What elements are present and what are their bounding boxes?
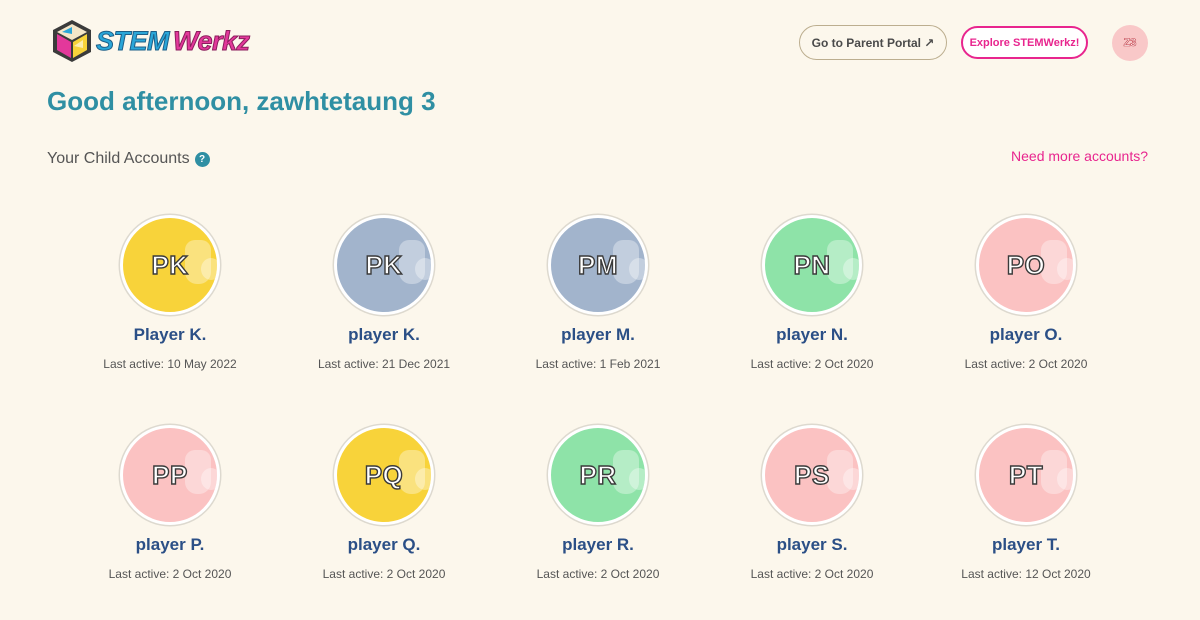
child-account-card[interactable]: PN player N. Last active: 2 Oct 2020 (705, 215, 919, 371)
avatar-decoration-icon (201, 258, 217, 280)
child-avatar: PQ (334, 425, 434, 525)
child-avatar: PS (762, 425, 862, 525)
child-avatar: PM (548, 215, 648, 315)
stemwerkz-logo[interactable]: STEM Werkz (50, 18, 251, 64)
last-active: Last active: 10 May 2022 (103, 357, 237, 371)
last-active: Last active: 2 Oct 2020 (536, 567, 660, 581)
last-active: Last active: 2 Oct 2020 (322, 567, 446, 581)
child-name: player K. (348, 325, 420, 344)
child-name: Player K. (133, 325, 207, 344)
avatar-decoration-icon (1057, 468, 1073, 490)
child-account-card[interactable]: PK player K. Last active: 21 Dec 2021 (277, 215, 491, 371)
child-name: player P. (135, 535, 205, 554)
child-initials: PN (793, 249, 831, 280)
child-name: player O. (989, 325, 1063, 344)
last-active: Last active: 2 Oct 2020 (750, 357, 874, 371)
last-active: Last active: 2 Oct 2020 (750, 567, 874, 581)
avatar-decoration-icon (1057, 258, 1073, 280)
child-account-card[interactable]: PS player S. Last active: 2 Oct 2020 (705, 425, 919, 581)
explore-stemwerkz-button[interactable]: Explore STEMWerkz! (961, 26, 1088, 59)
child-initials: PP (151, 459, 188, 490)
logo-wordmark: STEM Werkz (95, 25, 251, 57)
child-name: player T. (991, 535, 1061, 554)
child-avatar: PR (548, 425, 648, 525)
logo-werkz-text: Werkz (173, 25, 251, 56)
child-avatar: PT (976, 425, 1076, 525)
child-avatar: PN (762, 215, 862, 315)
last-active: Last active: 2 Oct 2020 (964, 357, 1088, 371)
child-account-card[interactable]: PT player T. Last active: 12 Oct 2020 (919, 425, 1133, 581)
child-initials: PT (1008, 459, 1044, 490)
child-initials: PK (151, 249, 189, 280)
avatar-decoration-icon (415, 258, 431, 280)
avatar-decoration-icon (629, 468, 645, 490)
child-avatar: PK (120, 215, 220, 315)
header: STEM Werkz Go to Parent Portal ↗ Explore … (0, 0, 1200, 80)
need-more-accounts-link[interactable]: Need more accounts? (1011, 148, 1148, 164)
child-avatar: PP (120, 425, 220, 525)
child-initials: PM (577, 249, 618, 280)
child-account-card[interactable]: PK Player K. Last active: 10 May 2022 (63, 215, 277, 371)
avatar-decoration-icon (415, 468, 431, 490)
child-initials: PK (365, 249, 403, 280)
child-name: player M. (561, 325, 635, 344)
child-account-card[interactable]: PR player R. Last active: 2 Oct 2020 (491, 425, 705, 581)
avatar-decoration-icon (629, 258, 645, 280)
child-name: player S. (776, 535, 848, 554)
greeting-heading: Good afternoon, zawhtetaung 3 (47, 86, 436, 116)
child-account-card[interactable]: PQ player Q. Last active: 2 Oct 2020 (277, 425, 491, 581)
child-name: player Q. (347, 535, 421, 554)
child-initials: PO (1006, 249, 1046, 280)
last-active: Last active: 21 Dec 2021 (317, 357, 451, 371)
child-account-card[interactable]: PM player M. Last active: 1 Feb 2021 (491, 215, 705, 371)
child-name: player R. (562, 535, 634, 554)
avatar-decoration-icon (843, 468, 859, 490)
child-accounts-heading: Your Child Accounts ? (47, 150, 210, 168)
cube-logo-icon (53, 20, 91, 62)
child-initials: PR (579, 459, 617, 490)
child-initials: PQ (364, 459, 404, 490)
user-avatar[interactable]: Z3 (1112, 25, 1148, 61)
child-avatar: PO (976, 215, 1076, 315)
child-accounts-title: Your Child Accounts (47, 150, 190, 167)
avatar-decoration-icon (843, 258, 859, 280)
child-account-card[interactable]: PO player O. Last active: 2 Oct 2020 (919, 215, 1133, 371)
last-active: Last active: 1 Feb 2021 (535, 357, 661, 371)
child-account-card[interactable]: PP player P. Last active: 2 Oct 2020 (63, 425, 277, 581)
avatar-decoration-icon (201, 468, 217, 490)
logo-stem-text: STEM (95, 25, 170, 56)
last-active: Last active: 2 Oct 2020 (108, 567, 232, 581)
child-initials: PS (793, 459, 830, 490)
last-active: Last active: 12 Oct 2020 (961, 567, 1091, 581)
parent-portal-button[interactable]: Go to Parent Portal ↗ (799, 25, 947, 60)
child-avatar: PK (334, 215, 434, 315)
help-icon[interactable]: ? (194, 151, 210, 167)
child-name: player N. (776, 325, 848, 344)
